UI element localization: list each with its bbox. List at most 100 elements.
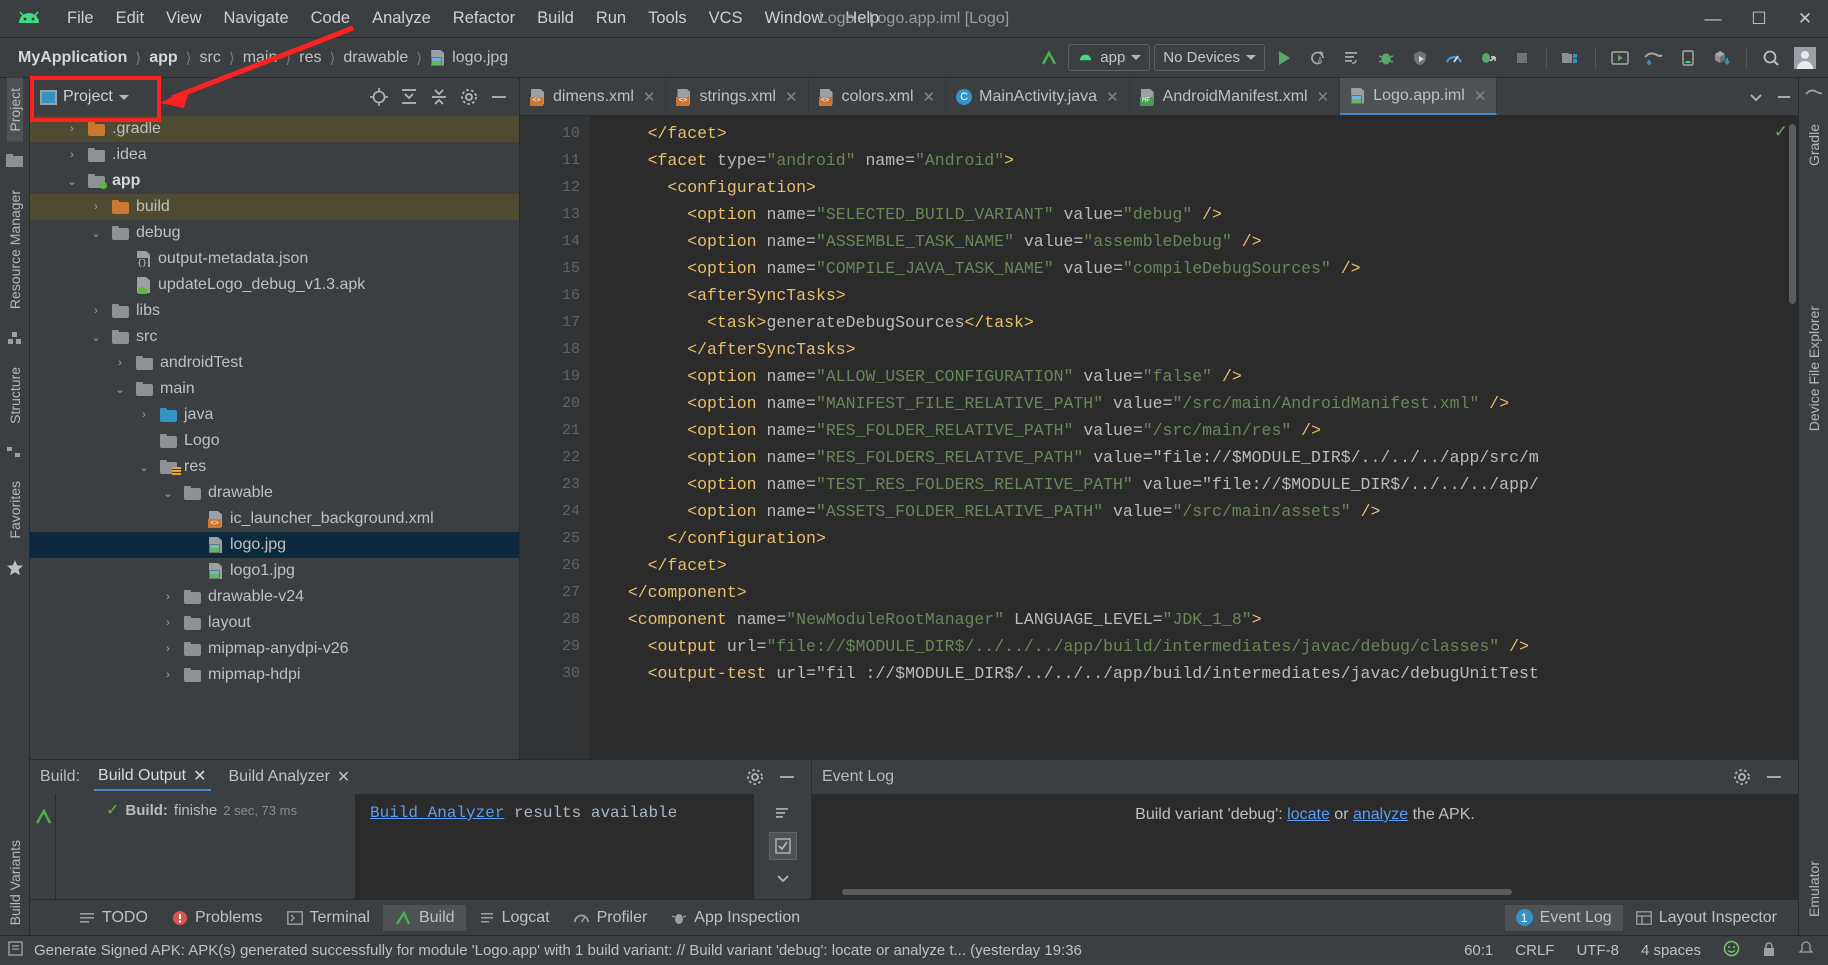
close-icon[interactable]: ✕ xyxy=(1106,88,1119,106)
chevron-down-icon[interactable] xyxy=(1742,83,1770,111)
editor-tab-logo-app-iml[interactable]: Logo.app.iml ✕ xyxy=(1340,78,1498,115)
restart-icon[interactable] xyxy=(769,800,797,828)
tree-node-output-metadata-json[interactable]: {} output-metadata.json xyxy=(30,246,519,272)
collapse-all-icon[interactable] xyxy=(425,83,453,111)
sync-gradle-icon[interactable] xyxy=(1639,43,1669,73)
sidebar-item-device-file-explorer[interactable]: Device File Explorer xyxy=(1806,296,1822,441)
hide-icon[interactable] xyxy=(1760,763,1788,791)
gradle-icon[interactable] xyxy=(1803,84,1825,106)
close-icon[interactable]: ✕ xyxy=(785,88,798,106)
tool-window-terminal[interactable]: Terminal xyxy=(276,905,381,931)
chevron-down-icon[interactable]: ⌄ xyxy=(88,227,104,240)
editor-tab-bar[interactable]: <> dimens.xml ✕ <> strings.xml ✕ <> colors.xml ✕… xyxy=(520,78,1798,116)
status-notifications-icon[interactable] xyxy=(1792,940,1820,961)
tree-node--idea[interactable]: › .idea xyxy=(30,142,519,168)
apply-changes-icon[interactable]: A xyxy=(1303,43,1333,73)
breadcrumb-res[interactable]: res xyxy=(295,47,325,69)
menu-item-vcs[interactable]: VCS xyxy=(698,5,754,32)
chevron-right-icon[interactable]: › xyxy=(64,123,80,135)
hide-icon[interactable] xyxy=(1770,83,1798,111)
status-smiley-icon[interactable] xyxy=(1717,940,1746,961)
breadcrumb-drawable[interactable]: drawable xyxy=(339,47,412,69)
chevron-right-icon[interactable]: › xyxy=(160,591,176,603)
sidebar-item-gradle[interactable]: Gradle xyxy=(1806,114,1822,176)
tree-node-java[interactable]: › java xyxy=(30,402,519,428)
menu-item-tools[interactable]: Tools xyxy=(637,5,698,32)
menu-item-edit[interactable]: Edit xyxy=(105,5,155,32)
tree-node-app[interactable]: ⌄ app xyxy=(30,168,519,194)
apply-code-changes-icon[interactable] xyxy=(1337,43,1367,73)
tool-window-profiler[interactable]: Profiler xyxy=(563,905,659,931)
close-icon[interactable]: ✕ xyxy=(1317,88,1330,106)
locate-icon[interactable] xyxy=(365,83,393,111)
sidebar-item-structure[interactable]: Structure xyxy=(7,357,23,434)
tree-node--gradle[interactable]: › .gradle xyxy=(30,116,519,142)
tool-window-app-inspection[interactable]: App Inspection xyxy=(660,905,811,931)
chevron-right-icon[interactable]: › xyxy=(160,617,176,629)
editor-tab-androidmanifest-xml[interactable]: MF AndroidManifest.xml ✕ xyxy=(1130,78,1341,115)
attach-debugger-icon[interactable] xyxy=(1405,43,1435,73)
menu-item-navigate[interactable]: Navigate xyxy=(213,5,300,32)
sidebar-item-resource-manager[interactable]: Resource Manager xyxy=(7,180,23,319)
menu-item-window[interactable]: Window xyxy=(754,5,835,32)
chevron-down-icon[interactable]: ⌄ xyxy=(112,383,128,396)
editor-tab-mainactivity-java[interactable]: C MainActivity.java ✕ xyxy=(946,78,1130,115)
tree-node-main[interactable]: ⌄ main xyxy=(30,376,519,402)
breadcrumb-main[interactable]: main xyxy=(239,47,282,69)
hide-icon[interactable] xyxy=(773,763,801,791)
tool-window-todo[interactable]: TODO xyxy=(68,905,159,931)
editor-vertical-scrollbar[interactable] xyxy=(1789,124,1796,304)
chevron-right-icon[interactable]: › xyxy=(112,357,128,369)
status-line-separator[interactable]: CRLF xyxy=(1509,942,1560,959)
tree-node-debug[interactable]: ⌄ debug xyxy=(30,220,519,246)
close-icon[interactable]: ✕ xyxy=(193,766,206,786)
menu-item-refactor[interactable]: Refactor xyxy=(442,5,526,32)
debug-icon[interactable] xyxy=(1371,43,1401,73)
locate-link[interactable]: locate xyxy=(1287,806,1330,823)
status-encoding[interactable]: UTF-8 xyxy=(1570,942,1625,959)
build-status-line[interactable]: ✓ Build: finishe 2 sec, 73 ms xyxy=(56,800,355,820)
editor-tab-dimens-xml[interactable]: <> dimens.xml ✕ xyxy=(520,78,667,115)
project-tree[interactable]: › .gradle › .idea ⌄ app › build ⌄ debug {} output-m… xyxy=(30,116,519,759)
sidebar-item-project[interactable]: Project xyxy=(6,78,23,142)
editor-tab-strings-xml[interactable]: <> strings.xml ✕ xyxy=(666,78,809,115)
run-configuration-selector[interactable]: app xyxy=(1068,44,1151,71)
event-log-body[interactable]: Build variant 'debug': locate or analyze… xyxy=(812,794,1798,899)
tree-node-libs[interactable]: › libs xyxy=(30,298,519,324)
expand-bottom-icon[interactable] xyxy=(769,864,797,892)
breadcrumb-file[interactable]: logo.jpg xyxy=(426,47,512,69)
minimize-icon[interactable]: — xyxy=(1690,0,1736,38)
chevron-right-icon[interactable]: › xyxy=(88,201,104,213)
menu-item-file[interactable]: File xyxy=(56,5,105,32)
status-indent[interactable]: 4 spaces xyxy=(1635,942,1707,959)
tree-node-res[interactable]: ⌄ res xyxy=(30,454,519,480)
close-icon[interactable]: ✕ xyxy=(1782,0,1828,38)
event-log-horizontal-scrollbar[interactable] xyxy=(842,889,1513,895)
chevron-right-icon[interactable]: › xyxy=(160,643,176,655)
resource-manager-icon[interactable] xyxy=(4,327,26,349)
analyze-link[interactable]: analyze xyxy=(1353,806,1408,823)
status-caret-position[interactable]: 60:1 xyxy=(1458,942,1499,959)
tree-node-src[interactable]: ⌄ src xyxy=(30,324,519,350)
sdk-download-icon[interactable] xyxy=(1707,43,1737,73)
sdk-manager-icon[interactable] xyxy=(1556,43,1586,73)
tree-node-androidtest[interactable]: › androidTest xyxy=(30,350,519,376)
status-event-icon[interactable] xyxy=(8,940,24,961)
tool-window-layout-inspector[interactable]: Layout Inspector xyxy=(1625,905,1788,931)
settings-gear-icon[interactable] xyxy=(741,763,769,791)
search-everywhere-icon[interactable] xyxy=(1756,43,1786,73)
chevron-down-icon[interactable] xyxy=(118,94,129,100)
editor-tab-colors-xml[interactable]: <> colors.xml ✕ xyxy=(809,78,947,115)
make-project-icon[interactable] xyxy=(1034,43,1064,73)
avd-manager-icon[interactable] xyxy=(1605,43,1635,73)
menu-item-analyze[interactable]: Analyze xyxy=(361,5,442,32)
tool-window-build[interactable]: Build xyxy=(382,904,466,931)
editor-tab-overflow[interactable] xyxy=(1742,78,1798,115)
settings-gear-icon[interactable] xyxy=(1728,763,1756,791)
close-icon[interactable]: ✕ xyxy=(643,88,656,106)
menu-item-build[interactable]: Build xyxy=(526,5,585,32)
tree-node-logo-jpg[interactable]: logo.jpg xyxy=(30,532,519,558)
close-icon[interactable]: ✕ xyxy=(923,88,936,106)
hide-icon[interactable] xyxy=(485,83,513,111)
device-selector[interactable]: No Devices xyxy=(1154,44,1265,71)
